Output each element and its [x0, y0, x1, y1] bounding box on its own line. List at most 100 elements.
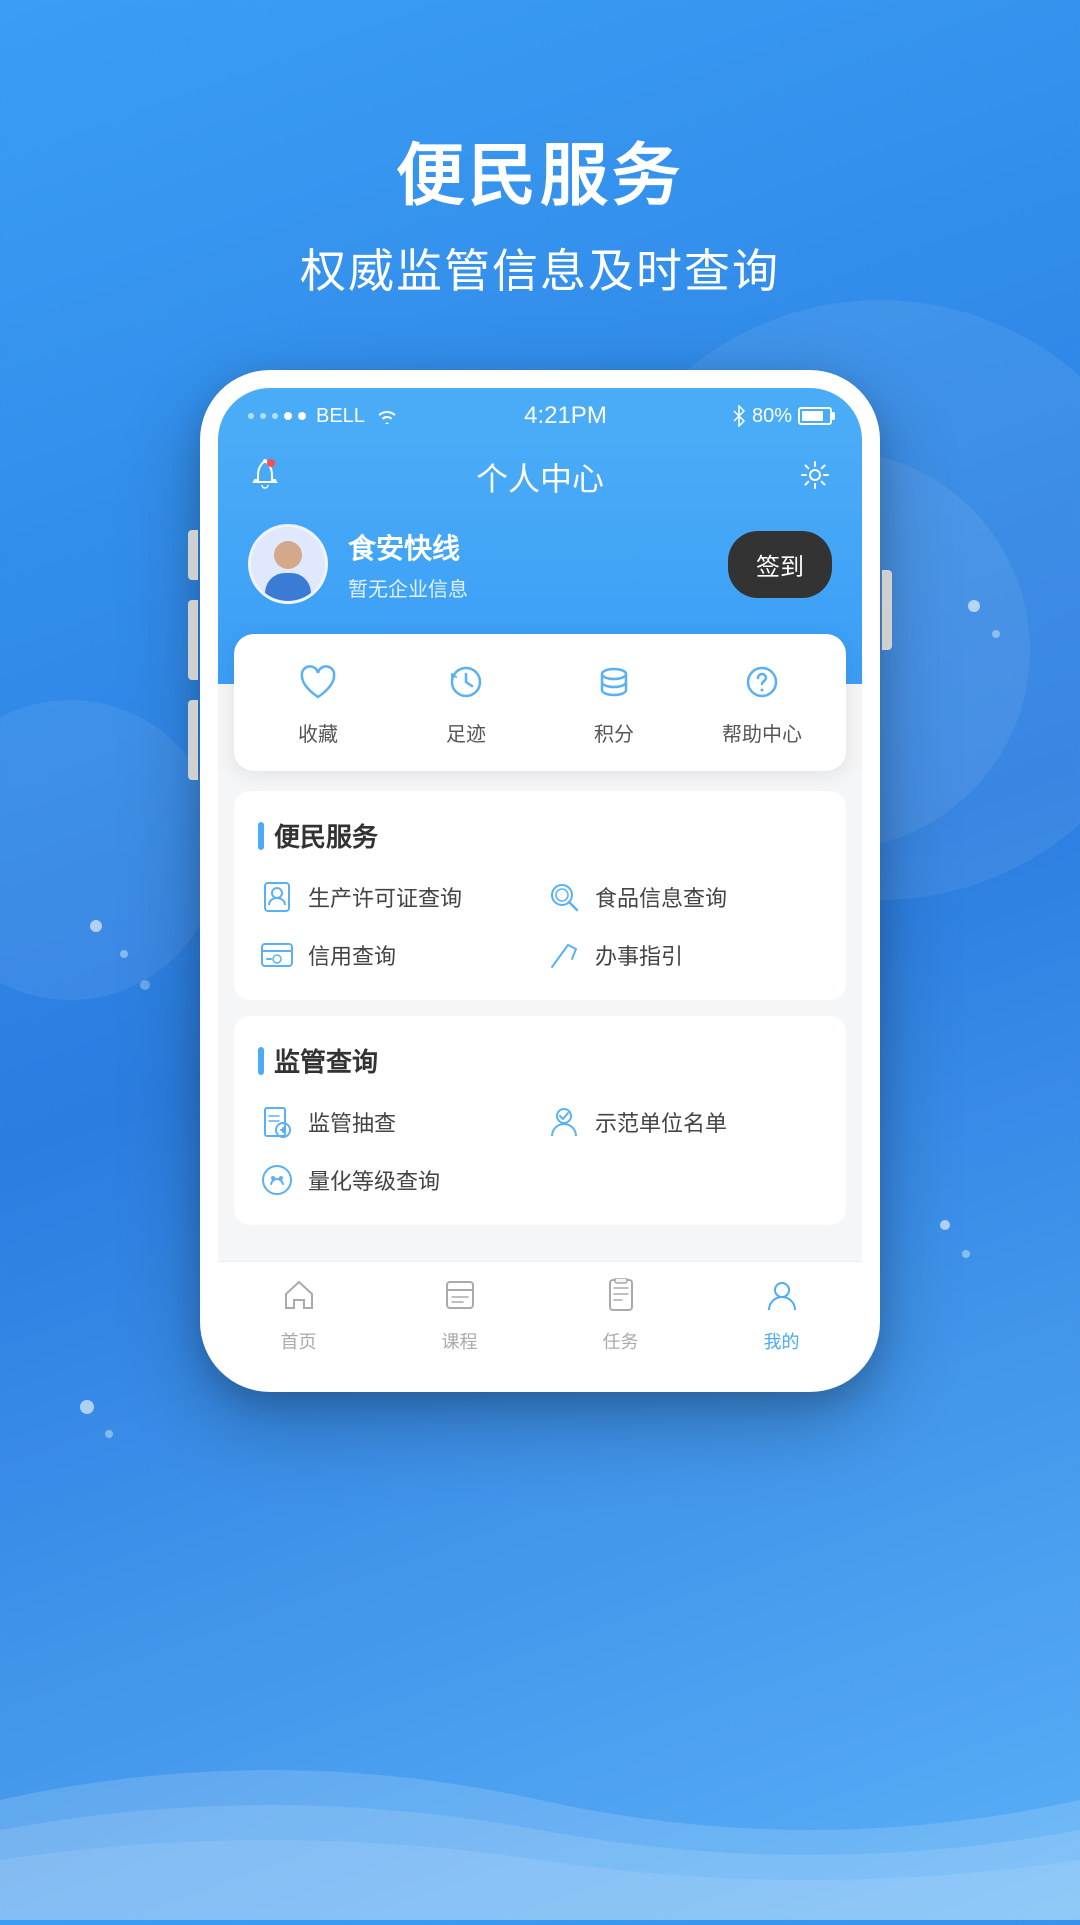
quick-action-history[interactable]: 足迹 [392, 658, 540, 747]
credit-icon [258, 936, 296, 974]
status-right: 80% [732, 405, 832, 428]
status-time: 4:21PM [524, 402, 607, 430]
wifi-icon [375, 406, 399, 426]
home-icon [282, 1278, 316, 1320]
guide-label: 办事指引 [595, 939, 683, 971]
coins-icon [590, 658, 638, 706]
dot-8 [80, 1400, 94, 1414]
wave-decoration [0, 1720, 1080, 1920]
settings-gear-icon[interactable] [798, 458, 832, 497]
bg-decoration-3 [0, 700, 220, 1000]
credit-label: 信用查询 [308, 939, 396, 971]
menu-item-inspect[interactable]: 监管抽查 [258, 1103, 535, 1141]
battery-percent: 80% [752, 405, 792, 428]
inspect-label: 监管抽查 [308, 1106, 396, 1138]
phone-mockup: BELL 4:21PM 80% [200, 370, 880, 1392]
task-icon [604, 1278, 638, 1320]
dot-9 [105, 1430, 113, 1438]
user-info-row: 食安快线 暂无企业信息 签到 [248, 524, 832, 604]
exemplary-icon [545, 1103, 583, 1141]
favorites-label: 收藏 [298, 718, 338, 747]
phone-screen: BELL 4:21PM 80% [218, 388, 862, 1374]
exemplary-label: 示范单位名单 [595, 1106, 727, 1138]
menu-item-guide[interactable]: 办事指引 [545, 936, 822, 974]
avatar-figure [263, 541, 313, 601]
rating-label: 量化等级查询 [308, 1164, 440, 1196]
help-icon [738, 658, 786, 706]
menu-item-rating[interactable]: 量化等级查询 [258, 1161, 535, 1199]
section-title-text-1: 便民服务 [274, 817, 378, 854]
license-icon [258, 878, 296, 916]
user-company: 暂无企业信息 [348, 573, 708, 602]
menu-item-exemplary[interactable]: 示范单位名单 [545, 1103, 822, 1141]
user-name: 食安快线 [348, 527, 708, 567]
history-label: 足迹 [446, 718, 486, 747]
menu-item-food-search[interactable]: 食品信息查询 [545, 878, 822, 916]
bluetooth-icon [732, 405, 746, 427]
signal-dot-1 [248, 413, 254, 419]
rating-icon [258, 1161, 296, 1199]
app-title: 个人中心 [476, 454, 604, 500]
points-label: 积分 [594, 718, 634, 747]
mine-icon [765, 1278, 799, 1320]
dot-6 [940, 1220, 950, 1230]
mine-tab-label: 我的 [764, 1328, 800, 1354]
menu-item-license[interactable]: 生产许可证查询 [258, 878, 535, 916]
help-label: 帮助中心 [722, 718, 802, 747]
avatar [248, 524, 328, 604]
section-title-text-2: 监管查询 [274, 1042, 378, 1079]
food-search-icon [545, 878, 583, 916]
section-card-convenience: 便民服务 生产许可证查询 [234, 791, 846, 1000]
heading-line2: 权威监管信息及时查询 [0, 235, 1080, 301]
notification-bell-icon[interactable] [248, 458, 282, 497]
phone-frame: BELL 4:21PM 80% [200, 370, 880, 1392]
power-button [882, 570, 892, 650]
dot-1 [90, 920, 102, 932]
food-search-label: 食品信息查询 [595, 881, 727, 913]
quick-action-help[interactable]: 帮助中心 [688, 658, 836, 747]
section-title-bar-2 [258, 1047, 264, 1075]
tab-course[interactable]: 课程 [379, 1278, 540, 1354]
page-heading: 便民服务 权威监管信息及时查询 [0, 0, 1080, 301]
tab-task[interactable]: 任务 [540, 1278, 701, 1354]
signal-dot-4 [284, 412, 292, 420]
avatar-body [265, 573, 311, 604]
home-tab-label: 首页 [281, 1328, 317, 1354]
dot-5 [992, 630, 1000, 638]
battery-indicator [798, 407, 832, 425]
dot-2 [120, 950, 128, 958]
course-tab-label: 课程 [442, 1328, 478, 1354]
history-icon [442, 658, 490, 706]
dot-7 [962, 1250, 970, 1258]
tab-home[interactable]: 首页 [218, 1278, 379, 1354]
signal-dot-2 [260, 413, 266, 419]
section-title-supervision: 监管查询 [258, 1042, 822, 1079]
guide-icon [545, 936, 583, 974]
task-tab-label: 任务 [603, 1328, 639, 1354]
status-bar: BELL 4:21PM 80% [218, 388, 862, 438]
section-card-supervision: 监管查询 [234, 1016, 846, 1225]
menu-item-credit[interactable]: 信用查询 [258, 936, 535, 974]
battery-fill [802, 411, 823, 421]
section-title-bar-1 [258, 822, 264, 850]
quick-action-points[interactable]: 积分 [540, 658, 688, 747]
tab-bar: 首页 课程 [218, 1261, 862, 1374]
heart-icon [294, 658, 342, 706]
inspect-icon [258, 1103, 296, 1141]
vol-up-button [188, 600, 198, 680]
signal-dot-3 [272, 413, 278, 419]
vol-down-button [188, 700, 198, 780]
content-area: 便民服务 生产许可证查询 [218, 771, 862, 1261]
quick-action-favorites[interactable]: 收藏 [244, 658, 392, 747]
course-icon [443, 1278, 477, 1320]
dot-3 [140, 980, 150, 990]
tab-mine[interactable]: 我的 [701, 1278, 862, 1354]
carrier-label: BELL [316, 405, 365, 428]
license-label: 生产许可证查询 [308, 881, 462, 913]
checkin-button[interactable]: 签到 [728, 531, 832, 598]
heading-line1: 便民服务 [0, 120, 1080, 219]
supervision-menu-grid: 监管抽查 示范单位名单 [258, 1103, 822, 1199]
dot-4 [968, 600, 980, 612]
silent-button [188, 530, 198, 580]
avatar-head [274, 541, 302, 569]
